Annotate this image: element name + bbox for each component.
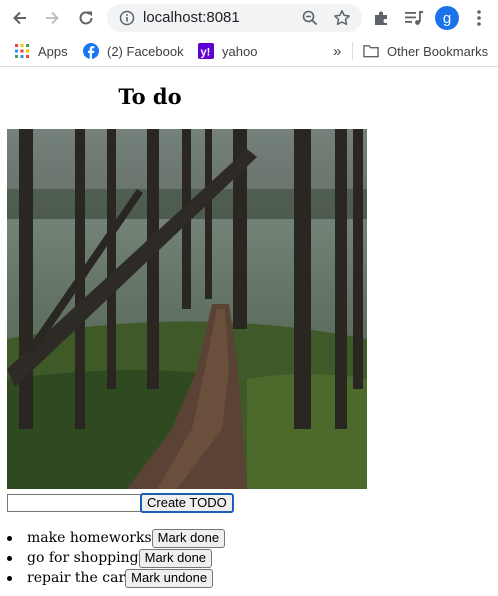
todo-list: make homeworks Mark done go for shopping… bbox=[0, 528, 226, 588]
mark-done-button[interactable]: Mark done bbox=[138, 548, 213, 568]
bookmark-facebook[interactable]: (2) Facebook bbox=[83, 42, 184, 60]
facebook-icon bbox=[83, 43, 99, 59]
todo-text: make homeworks bbox=[27, 530, 152, 546]
other-bookmarks-label: Other Bookmarks bbox=[387, 43, 489, 59]
browser-toolbar: localhost:8081 g bbox=[0, 0, 498, 36]
todo-text: go for shopping bbox=[27, 550, 139, 566]
bookmarks-bar: Apps (2) Facebook y! yahoo » Other Bookm… bbox=[0, 36, 498, 67]
address-bar[interactable]: localhost:8081 bbox=[107, 4, 362, 32]
forest-path-image bbox=[7, 129, 367, 489]
svg-text:y!: y! bbox=[201, 47, 211, 59]
bookmarks-divider bbox=[352, 42, 353, 60]
bookmark-star-icon[interactable] bbox=[333, 9, 351, 27]
reload-button[interactable] bbox=[74, 6, 98, 30]
bookmark-label: (2) Facebook bbox=[107, 43, 184, 59]
reload-icon bbox=[79, 11, 93, 25]
back-arrow-icon bbox=[13, 11, 26, 25]
mark-done-button[interactable]: Mark done bbox=[151, 528, 226, 548]
extensions-puzzle-icon[interactable] bbox=[371, 7, 393, 29]
list-item: make homeworks Mark done bbox=[0, 528, 226, 548]
mark-undone-button[interactable]: Mark undone bbox=[125, 568, 214, 588]
page-title: To do bbox=[118, 84, 182, 109]
yahoo-icon: y! bbox=[198, 43, 214, 59]
list-item: go for shopping Mark done bbox=[0, 548, 225, 568]
url-text[interactable]: localhost:8081 bbox=[143, 9, 240, 26]
forward-button[interactable] bbox=[40, 6, 64, 30]
todo-text: repair the car bbox=[27, 570, 126, 586]
bullet bbox=[7, 536, 12, 541]
todo-input[interactable] bbox=[7, 494, 141, 512]
more-menu-icon[interactable] bbox=[468, 7, 490, 29]
media-queue-icon[interactable] bbox=[403, 7, 425, 29]
apps-grid-icon bbox=[14, 43, 30, 59]
zoom-icon[interactable] bbox=[301, 9, 319, 27]
bookmark-yahoo[interactable]: y! yahoo bbox=[198, 42, 257, 60]
other-bookmarks[interactable]: Other Bookmarks bbox=[363, 42, 488, 60]
bullet bbox=[7, 556, 12, 561]
back-button[interactable] bbox=[8, 6, 32, 30]
overflow-chevron-icon: » bbox=[333, 42, 342, 60]
bullet bbox=[7, 576, 12, 581]
folder-icon bbox=[363, 43, 379, 59]
info-icon[interactable] bbox=[118, 9, 136, 27]
forward-arrow-icon bbox=[46, 11, 59, 25]
bookmarks-overflow-button[interactable]: » bbox=[333, 42, 341, 60]
bookmark-apps[interactable]: Apps bbox=[14, 42, 68, 60]
bookmark-label: Apps bbox=[38, 43, 68, 59]
profile-avatar[interactable]: g bbox=[435, 6, 459, 30]
bookmark-label: yahoo bbox=[222, 43, 258, 59]
create-todo-button[interactable]: Create TODO bbox=[140, 493, 234, 513]
list-item: repair the car Mark undone bbox=[0, 568, 225, 588]
